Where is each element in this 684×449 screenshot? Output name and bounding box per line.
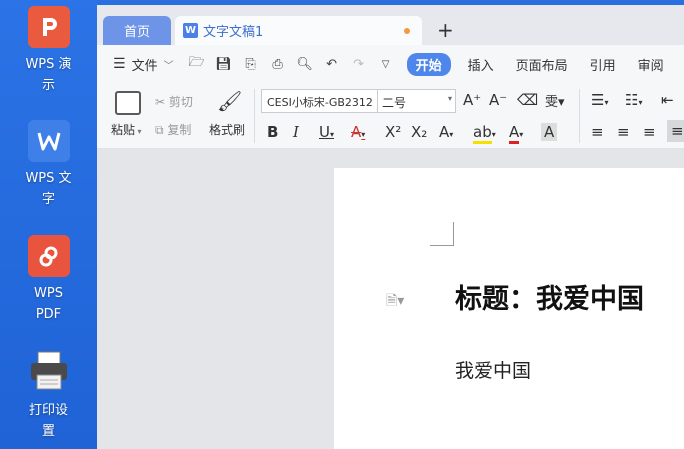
copy-label: 复制 bbox=[167, 123, 192, 137]
desktop-icon-label: 打印设 bbox=[28, 403, 68, 418]
watermark-logo: ⌂ 路由器 luyouqi.com bbox=[543, 383, 670, 429]
watermark-text: 路由器 bbox=[595, 386, 671, 415]
printer-icon bbox=[28, 350, 70, 392]
margin-corner-mark bbox=[430, 222, 454, 246]
tab-references[interactable]: 引用 bbox=[579, 55, 627, 74]
tab-document[interactable]: W 文字文稿1 bbox=[175, 16, 422, 45]
wps-presentation-icon bbox=[27, 6, 70, 48]
italic-icon[interactable]: I bbox=[293, 123, 299, 141]
chevron-down-icon: ▾ bbox=[135, 127, 142, 136]
paragraph-menu-icon[interactable]: 🗎▾ bbox=[386, 290, 404, 314]
toolbar-divider bbox=[254, 89, 255, 143]
tab-document-label: 文字文稿1 bbox=[203, 25, 264, 40]
unsaved-dot-icon bbox=[404, 28, 410, 34]
customize-icon[interactable]: ▽ bbox=[377, 59, 395, 70]
align-right-icon[interactable]: ≡ bbox=[643, 123, 656, 141]
print-icon[interactable]: ⎙ bbox=[269, 57, 287, 72]
document-title-text[interactable]: 标题：我爱中国 bbox=[455, 277, 644, 316]
paste-label: 粘贴 bbox=[111, 123, 136, 137]
cut-label: 剪切 bbox=[168, 95, 193, 109]
phonetic-guide-icon[interactable]: 雯▾ bbox=[545, 91, 565, 110]
font-size-select[interactable]: 二号 ▾ bbox=[377, 89, 456, 113]
tab-review[interactable]: 审阅 bbox=[627, 55, 675, 74]
open-folder-icon[interactable]: 🗁 bbox=[188, 53, 206, 75]
decrease-indent-icon[interactable]: ⇤ bbox=[661, 91, 674, 109]
ribbon-tabs: 开始 插入 页面布局 引用 审阅 bbox=[406, 52, 675, 76]
file-menu-label: 文件 bbox=[131, 58, 158, 74]
desktop-icon-label: WPS 演 bbox=[25, 57, 72, 72]
desktop-icon-wps-writer[interactable]: WPS 文字 bbox=[0, 120, 97, 210]
desktop-icon-wps-pdf[interactable]: WPS PDF bbox=[0, 235, 97, 325]
desktop-icon-label: 字 bbox=[41, 192, 55, 207]
quick-access-toolbar: 🗁 💾︎ ⎘ ⎙ 🔍︎ ↶ ↷ ▽ bbox=[188, 53, 395, 75]
menu-row: ☰ 文件 ﹀ 🗁 💾︎ ⎘ ⎙ 🔍︎ ↶ ↷ ▽ 开始 插入 页面布局 引用 审… bbox=[97, 45, 684, 83]
tab-home[interactable]: 首页 bbox=[103, 16, 171, 45]
tab-page-layout[interactable]: 页面布局 bbox=[505, 55, 579, 74]
paste-button[interactable]: 粘贴 ▾ bbox=[111, 121, 142, 138]
char-shading-icon[interactable]: A bbox=[541, 123, 558, 141]
document-body-text[interactable]: 我爱中国 bbox=[455, 356, 531, 383]
bold-icon[interactable]: B bbox=[267, 123, 278, 141]
justify-icon[interactable]: ≡ bbox=[667, 120, 684, 142]
toolbar-divider bbox=[579, 89, 580, 143]
tab-insert[interactable]: 插入 bbox=[457, 55, 505, 74]
align-center-icon[interactable]: ≡ bbox=[617, 123, 630, 141]
paste-icon[interactable] bbox=[115, 91, 141, 115]
new-tab-button[interactable]: + bbox=[437, 18, 454, 42]
format-painter-button[interactable]: 格式刷 bbox=[209, 121, 245, 138]
wps-pdf-icon bbox=[27, 235, 70, 277]
writer-doc-icon: W bbox=[183, 23, 198, 38]
superscript-icon[interactable]: X² bbox=[385, 123, 401, 141]
desktop-icon-printer-settings[interactable]: 打印设置 bbox=[0, 350, 97, 442]
tab-start[interactable]: 开始 bbox=[406, 52, 451, 76]
cut-button[interactable]: ✂ 剪切 bbox=[155, 93, 193, 110]
clear-format-icon[interactable]: ⌫ bbox=[517, 91, 538, 109]
export-icon[interactable]: ⎘ bbox=[242, 57, 260, 72]
chevron-down-icon: ▾ bbox=[447, 94, 452, 103]
format-painter-icon[interactable]: 🖌︎ bbox=[217, 89, 242, 113]
text-effect-icon[interactable]: A▾ bbox=[439, 123, 453, 141]
font-color-icon[interactable]: A▾ bbox=[509, 123, 523, 144]
home-toolbar: 粘贴 ▾ ✂ 剪切 ⧉ 复制 🖌︎ 格式刷 CESI小标宋-GB2312 二号 … bbox=[97, 83, 684, 149]
grow-font-icon[interactable]: A⁺ bbox=[463, 91, 481, 109]
desktop-icon-label: WPS bbox=[34, 286, 63, 301]
router-icon: ⌂ bbox=[543, 383, 589, 429]
copy-button[interactable]: ⧉ 复制 bbox=[155, 121, 191, 138]
desktop: WPS 演示 WPS 文字 WPS PDF 打印设置 bbox=[0, 0, 97, 449]
highlight-icon[interactable]: ab▾ bbox=[473, 123, 496, 144]
copy-icon: ⧉ bbox=[155, 123, 164, 137]
redo-icon[interactable]: ↷ bbox=[350, 57, 368, 72]
font-size-value: 二号 bbox=[382, 96, 407, 110]
scissors-icon: ✂ bbox=[155, 95, 166, 109]
hamburger-icon: ☰ bbox=[113, 56, 126, 72]
desktop-icon-wps-presentation[interactable]: WPS 演示 bbox=[0, 6, 97, 96]
chevron-down-icon: ﹀ bbox=[163, 60, 174, 72]
desktop-icon-label: 置 bbox=[41, 424, 55, 439]
watermark-subtext: luyouqi.com bbox=[595, 414, 656, 424]
bullet-list-icon[interactable]: ☰▾ bbox=[591, 91, 608, 109]
subscript-icon[interactable]: X₂ bbox=[411, 123, 427, 141]
title-tab-bar: 首页 W 文字文稿1 + bbox=[97, 5, 684, 45]
numbered-list-icon[interactable]: ☷▾ bbox=[625, 91, 642, 109]
desktop-icon-label: PDF bbox=[35, 307, 62, 322]
align-left-icon[interactable]: ≡ bbox=[591, 123, 604, 141]
underline-icon[interactable]: U▾ bbox=[319, 123, 334, 141]
desktop-icon-label: 示 bbox=[41, 78, 55, 93]
wps-writer-icon bbox=[27, 120, 70, 162]
print-preview-icon[interactable]: 🔍︎ bbox=[296, 57, 314, 72]
font-name-select[interactable]: CESI小标宋-GB2312 bbox=[261, 89, 378, 113]
shrink-font-icon[interactable]: A⁻ bbox=[489, 91, 507, 109]
strikethrough-icon[interactable]: A▾ bbox=[351, 123, 365, 141]
ribbon: ☰ 文件 ﹀ 🗁 💾︎ ⎘ ⎙ 🔍︎ ↶ ↷ ▽ 开始 插入 页面布局 引用 审… bbox=[97, 45, 684, 149]
file-menu-button[interactable]: ☰ 文件 ﹀ bbox=[113, 55, 174, 74]
undo-icon[interactable]: ↶ bbox=[323, 57, 341, 72]
desktop-icon-label: WPS 文 bbox=[25, 171, 72, 186]
save-icon[interactable]: 💾︎ bbox=[215, 57, 233, 72]
